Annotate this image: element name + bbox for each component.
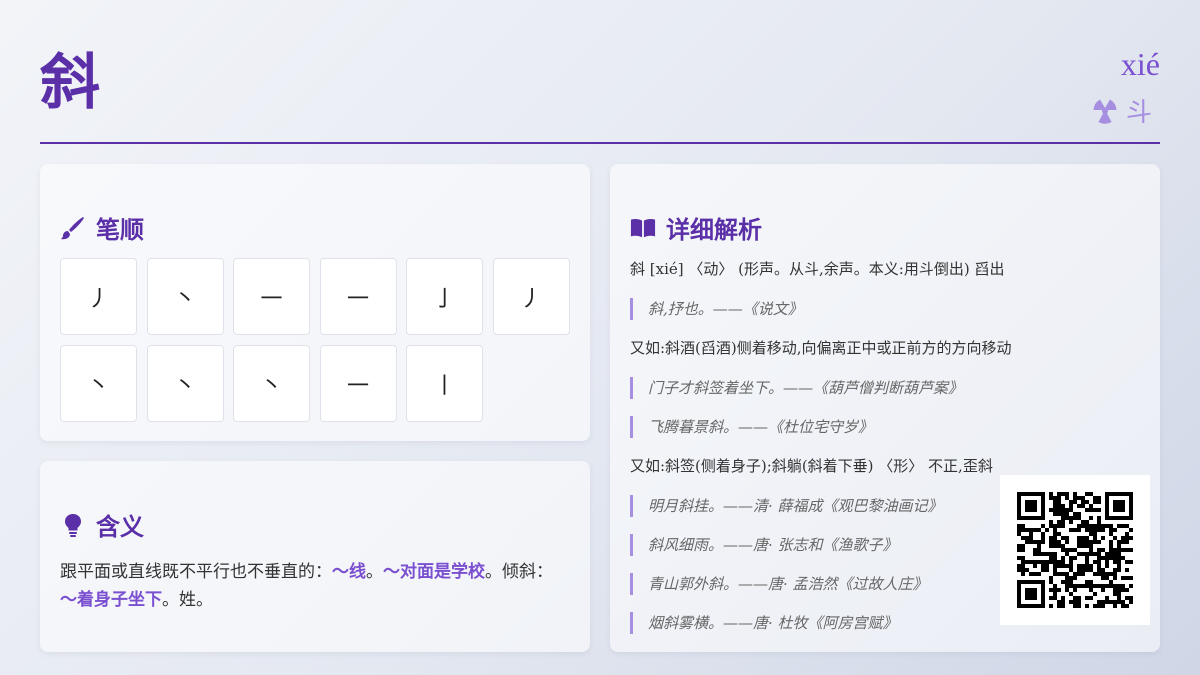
stroke-grid: 丿丶一一亅丿丶丶丶一丨	[60, 258, 570, 422]
qr-code-icon	[1017, 492, 1133, 608]
meaning-example-1: ～线	[332, 562, 366, 582]
meaning-card: 含义 跟平面或直线既不平行也不垂直的：～线。～对面是学校。倾斜： ～着身子坐下。姓…	[40, 461, 590, 652]
detail-definition-line: 又如:斜酒(舀酒)侧着移动,向偏离正中或正前方的方向移动	[630, 339, 1012, 357]
detail-heading: 详细解析	[630, 210, 762, 245]
lightbulb-icon	[65, 513, 81, 537]
meaning-example-3: ～着身子坐下	[60, 590, 162, 610]
radical-label: 斗	[1090, 92, 1152, 129]
stroke-cell: 丿	[492, 258, 570, 335]
pinyin-label: xié	[1120, 46, 1160, 82]
radical-char: 斗	[1125, 98, 1152, 128]
detail-quote: 飞腾暮景斜。——《杜位宅守岁》	[630, 416, 1140, 438]
stroke-order-title: 笔顺	[96, 215, 144, 244]
stroke-cell: 一	[319, 345, 397, 422]
detail-definition-line: 又如:斜签(侧着身子);斜躺(斜着下垂) 〈形〉 不正,歪斜	[630, 457, 993, 475]
meaning-text-4: 。姓。	[162, 590, 213, 610]
detail-definition-line: 斜 [xié] 〈动〉 (形声。从斗,余声。本义:用斗倒出) 舀出	[630, 260, 1005, 278]
meaning-title: 含义	[96, 512, 144, 541]
radiation-icon	[1093, 99, 1117, 124]
qr-code	[1000, 475, 1150, 625]
stroke-cell: 一	[233, 258, 310, 335]
character-title: 斜	[40, 48, 100, 118]
meaning-text: 跟平面或直线既不平行也不垂直的：～线。～对面是学校。倾斜： ～着身子坐下。姓。	[60, 558, 560, 614]
stroke-order-card: 笔顺 丿丶一一亅丿丶丶丶一丨	[40, 164, 590, 441]
stroke-cell: 丶	[146, 345, 224, 422]
book-icon	[630, 218, 656, 237]
meaning-text-1: 跟平面或直线既不平行也不垂直的：	[60, 562, 332, 582]
stroke-cell: 丶	[60, 345, 137, 422]
stroke-order-heading: 笔顺	[60, 210, 144, 245]
meaning-heading: 含义	[60, 507, 144, 542]
meaning-example-2: ～对面是学校	[383, 562, 485, 582]
meaning-text-2: 。	[366, 562, 383, 582]
stroke-cell: 亅	[406, 258, 483, 335]
stroke-cell: 丶	[146, 258, 224, 335]
stroke-cell: 一	[319, 258, 397, 335]
detail-quote: 门子才斜签着坐下。——《葫芦僧判断葫芦案》	[630, 377, 1140, 399]
detail-quote: 斜,抒也。——《说文》	[630, 298, 1140, 320]
stroke-cell: 丶	[233, 345, 310, 422]
stroke-cell: 丿	[60, 258, 137, 335]
page-header: 斜 xié 斗	[40, 0, 1160, 144]
stroke-cell: 丨	[406, 345, 483, 422]
brush-icon	[61, 216, 84, 239]
meaning-text-3: 。倾斜：	[485, 562, 553, 582]
detail-title: 详细解析	[666, 215, 762, 244]
